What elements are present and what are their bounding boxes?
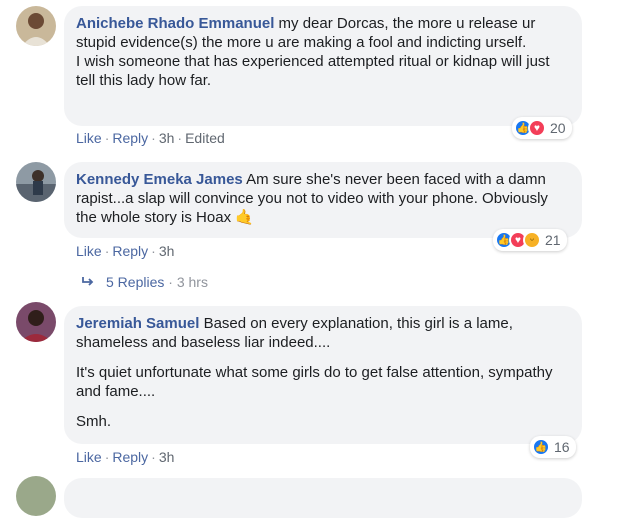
like-link[interactable]: Like (76, 449, 102, 465)
like-link[interactable]: Like (76, 130, 102, 146)
reaction-count: 20 (550, 120, 566, 136)
comment-bubble: Jeremiah Samuel Based on every explanati… (64, 306, 582, 444)
avatar[interactable] (16, 6, 56, 46)
love-icon: ♥ (528, 119, 546, 137)
avatar[interactable] (16, 162, 56, 202)
view-replies-link[interactable]: 5 Replies · 3 hrs (82, 274, 208, 290)
comment-time[interactable]: 3h (159, 130, 175, 146)
comment-bubble (64, 478, 582, 518)
replies-time: 3 hrs (176, 274, 208, 290)
comment-actions: Like · Reply · 3h · Edited (76, 130, 225, 146)
comment-actions: Like · Reply · 3h (76, 243, 175, 259)
reaction-count: 21 (545, 232, 561, 248)
reaction-summary[interactable]: 👍 ♥ 20 (512, 117, 572, 139)
reaction-summary[interactable]: 👍 ♥ ᵕ 21 (493, 229, 567, 251)
reply-link[interactable]: Reply (112, 243, 148, 259)
comment-time[interactable]: 3h (159, 243, 175, 259)
haha-icon: ᵕ (523, 231, 541, 249)
reaction-summary[interactable]: 👍 16 (530, 436, 576, 458)
avatar[interactable] (16, 476, 56, 516)
comment-author[interactable]: Anichebe Rhado Emmanuel (76, 15, 274, 32)
avatar[interactable] (16, 302, 56, 342)
edited-label[interactable]: Edited (185, 130, 225, 146)
comment-bubble: Anichebe Rhado Emmanuel my dear Dorcas, … (64, 6, 582, 126)
replies-count-label[interactable]: 5 Replies (106, 274, 164, 290)
comment-actions: Like · Reply · 3h (76, 449, 175, 465)
comment-text: Smh. (76, 413, 112, 430)
comment-bubble: Kennedy Emeka James Am sure she's never … (64, 162, 582, 238)
reply-arrow-icon (82, 274, 96, 290)
comment-text: It's quiet unfortunate what some girls d… (76, 364, 553, 400)
like-link[interactable]: Like (76, 243, 102, 259)
reply-link[interactable]: Reply (112, 449, 148, 465)
comment-author[interactable]: Kennedy Emeka James (76, 171, 243, 188)
like-icon: 👍 (532, 438, 550, 456)
reaction-count: 16 (554, 439, 570, 455)
comment-author[interactable]: Jeremiah Samuel (76, 315, 199, 332)
comment-text: I wish someone that has experienced atte… (76, 53, 550, 89)
reply-link[interactable]: Reply (112, 130, 148, 146)
comment-time[interactable]: 3h (159, 449, 175, 465)
